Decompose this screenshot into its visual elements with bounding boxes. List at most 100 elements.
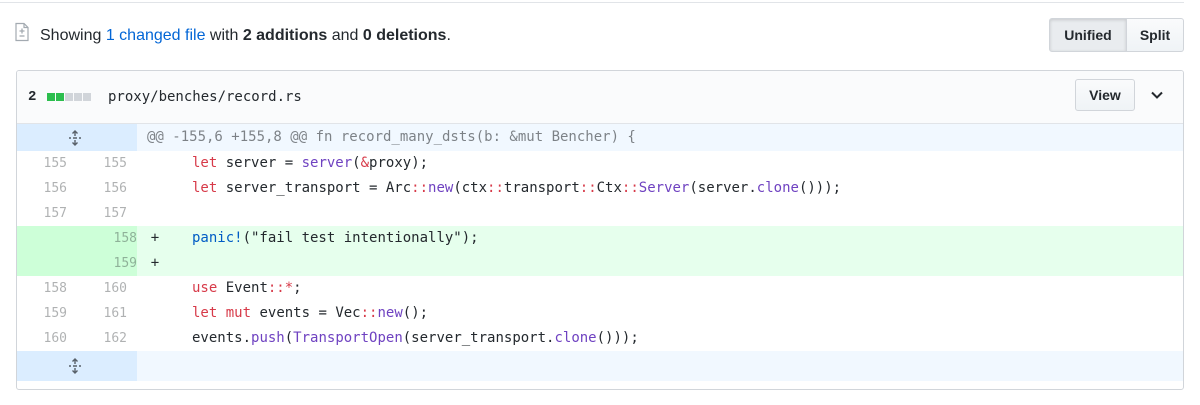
new-line-number[interactable]: 159 [77,251,137,276]
old-line-number[interactable]: 158 [17,276,67,301]
code-text: ())); [798,180,842,196]
new-line-number-value: 159 [113,256,137,271]
diff-table: @@ -155,6 +155,8 @@ fn record_many_dsts(… [17,124,1183,381]
new-line-number[interactable]: 161 [77,301,127,326]
function-name: Server [638,180,690,196]
file-path[interactable]: proxy/benches/record.rs [108,87,302,107]
line-marker [149,326,161,351]
diff-line: 157 157 [17,201,1183,226]
code-line: let mut events = Vec::new(); [192,301,428,326]
diffstat-block-neutral [83,93,91,101]
function-name: clone [554,330,597,346]
file-diff-icon [15,22,29,42]
code-line: use Event::*; [192,276,302,301]
hunk-footer-row [17,351,1183,381]
macro-name: panic! [192,230,243,246]
line-marker [149,176,161,201]
line-marker [149,301,161,326]
old-line-number[interactable]: 159 [17,301,67,326]
keyword: let [192,180,218,196]
new-line-number[interactable]: 155 [77,151,127,176]
code-text: Event [217,280,268,296]
file-header: 2 proxy/benches/record.rs View [17,71,1183,124]
old-line-number[interactable]: 160 [17,326,67,351]
code-text: ( [284,330,294,346]
code-line: let server = server(&proxy); [192,151,428,176]
new-line-number-value: 158 [113,231,137,246]
code-line: let server_transport = Arc::new(ctx::tra… [192,176,841,201]
keyword: let [192,305,218,321]
operator: :: [487,180,504,196]
summary-mid: and [327,27,363,44]
deletions-count: 0 deletions [362,27,447,44]
diff-view-toggle: Unified Split [1049,18,1184,52]
old-line-number[interactable]: 156 [17,176,67,201]
line-marker [149,201,161,226]
function-name: push [251,330,285,346]
code-text: ("fail test intentionally"); [242,230,479,246]
summary-mid: with [205,27,243,44]
function-name: new [428,180,454,196]
keyword: let [192,155,218,171]
diff-line-addition: 159 + [17,251,1183,276]
diffstat-block-added [47,93,55,101]
diffstat-count: 2 [28,89,37,105]
diff-line: 156 156 let server_transport = Arc::new(… [17,176,1183,201]
operator: :: [360,305,378,321]
diff-line: 160 162 events.push(TransportOpen(server… [17,326,1183,351]
old-line-number[interactable] [17,251,77,276]
code-text: proxy); [369,155,429,171]
code-text: server_transport = Arc [217,180,412,196]
diffstat-block-added [56,93,64,101]
operator: ::* [267,280,294,296]
view-file-button[interactable]: View [1075,79,1135,111]
operator: & [360,155,370,171]
new-line-number[interactable]: 158 [77,226,137,251]
code-line: panic!("fail test intentionally"); [192,226,479,251]
split-view-button[interactable]: Split [1127,18,1184,52]
old-line-number[interactable]: 155 [17,151,67,176]
diff-line: 155 155 let server = server(&proxy); [17,151,1183,176]
unified-view-button[interactable]: Unified [1049,18,1127,52]
unfold-icon [69,358,81,374]
new-line-number[interactable]: 157 [77,201,127,226]
unfold-icon [69,130,81,146]
diff-line: 158 160 use Event::*; [17,276,1183,301]
old-line-number[interactable]: 157 [17,201,67,226]
code-text: transport [503,180,580,196]
code-line: events.push(TransportOpen(server_transpo… [192,326,639,351]
addition-marker: + [150,255,160,271]
operator: :: [579,180,597,196]
line-marker [149,151,161,176]
expand-down-button[interactable] [17,351,137,381]
old-line-number[interactable] [17,226,77,251]
code-text: (ctx [453,180,488,196]
chevron-down-icon[interactable] [1147,85,1167,105]
function-name: new [377,305,403,321]
code-text: (server. [689,180,757,196]
diffstat-bar [47,93,91,101]
top-divider [0,0,1184,3]
hunk-header-text: @@ -155,6 +155,8 @@ fn record_many_dsts(… [147,129,636,145]
new-line-number[interactable]: 160 [77,276,127,301]
diffstat-block-neutral [74,93,82,101]
expand-up-button[interactable] [17,124,137,151]
summary-prefix: Showing [40,27,106,44]
operator: :: [411,180,429,196]
new-line-number[interactable]: 162 [77,326,127,351]
file-diff: 2 proxy/benches/record.rs View @@ -155,6… [16,70,1184,390]
code-text: (server_transport. [402,330,555,346]
code-text: (); [402,305,429,321]
keyword: mut [225,305,252,321]
summary-suffix: . [446,27,451,44]
keyword: use [192,280,218,296]
diff-line-addition: 158 + panic!("fail test intentionally"); [17,226,1183,251]
code-text: ())); [596,330,639,346]
code-text: events. [192,330,252,346]
new-line-number[interactable]: 156 [77,176,127,201]
line-marker [149,276,161,301]
code-text: Ctx [596,180,622,196]
hunk-header-row: @@ -155,6 +155,8 @@ fn record_many_dsts(… [17,124,1183,151]
changed-files-link[interactable]: 1 changed file [106,27,206,44]
function-name: server [301,155,353,171]
